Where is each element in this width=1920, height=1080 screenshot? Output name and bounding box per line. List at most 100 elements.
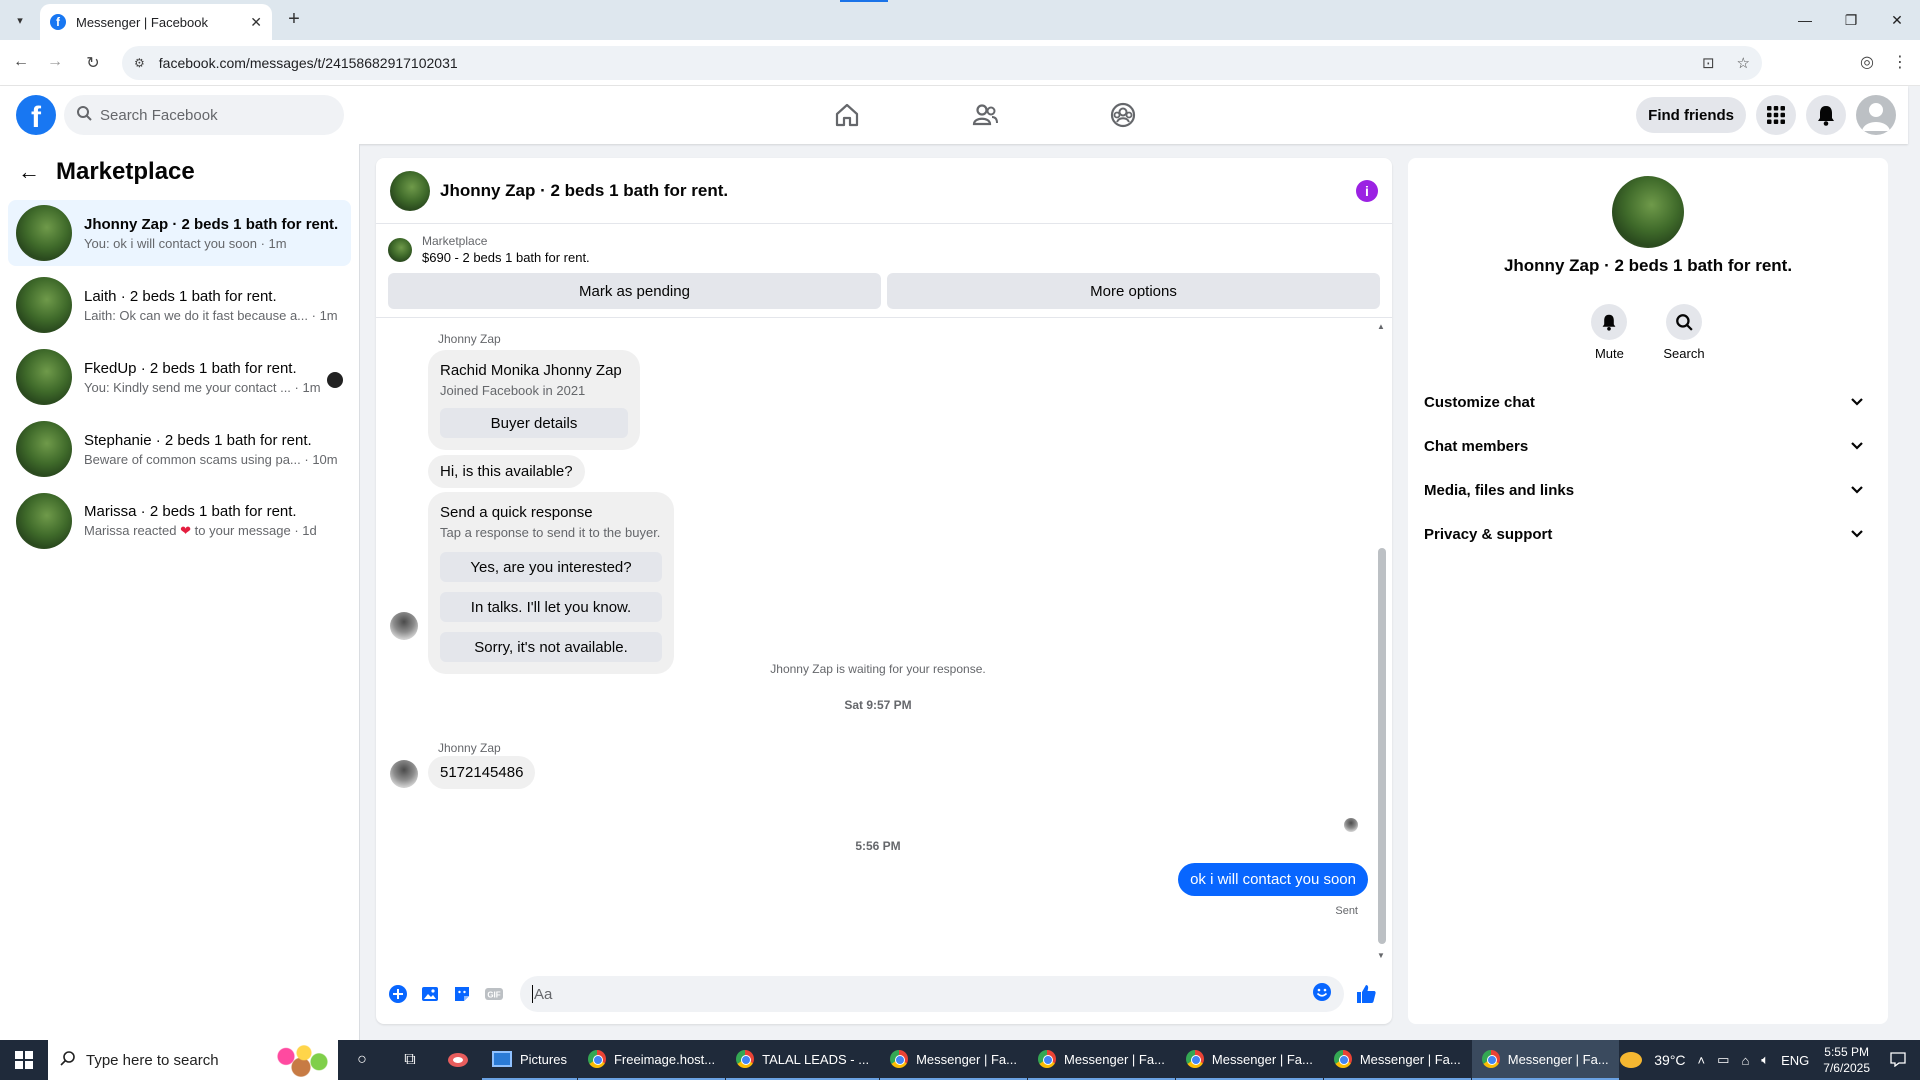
chevron-up-icon[interactable]: ˄ [1698, 1053, 1706, 1068]
taskbar-search-input[interactable]: Type here to search [48, 1040, 338, 1080]
taskbar-app-label: Messenger | Fa... [916, 1051, 1017, 1067]
windows-taskbar: Type here to search ○ ⧉ Pictures Freeima… [0, 1040, 1920, 1080]
preview-text: Marissa reacted [84, 523, 177, 538]
media-files-links-section[interactable]: Media, files and links [1424, 468, 1872, 512]
taskbar-app-chrome[interactable]: Messenger | Fa... [1027, 1040, 1175, 1080]
chevron-down-icon [1850, 394, 1864, 411]
bookmark-star-icon[interactable]: ☆ [1737, 54, 1750, 72]
loading-indicator [840, 0, 888, 2]
taskbar-app-chrome[interactable]: Messenger | Fa... [1323, 1040, 1471, 1080]
close-window-icon[interactable]: ✕ [1874, 0, 1920, 40]
conversation-item[interactable]: Marissa · 2 beds 1 bath for rent. Mariss… [8, 488, 351, 554]
quick-reply-interested-button[interactable]: Yes, are you interested? [440, 552, 662, 582]
groups-icon[interactable] [1054, 86, 1192, 144]
emoji-icon[interactable] [1312, 982, 1332, 1006]
profile-avatar[interactable] [1612, 176, 1684, 248]
taskbar-app-chrome[interactable]: TALAL LEADS - ... [726, 1040, 880, 1080]
search-button[interactable]: Search [1663, 304, 1705, 361]
url-text[interactable]: facebook.com/messages/t/2415868291710203… [159, 55, 1680, 71]
scrollbar-thumb[interactable] [1378, 548, 1386, 944]
avatar[interactable] [390, 170, 430, 211]
privacy-support-section[interactable]: Privacy & support [1424, 512, 1872, 556]
listing-thumbnail[interactable] [388, 237, 412, 262]
reload-icon[interactable]: ↻ [82, 53, 104, 73]
conversation-item[interactable]: FkedUp · 2 beds 1 bath for rent. You: Ki… [8, 344, 351, 410]
taskbar-app-chrome[interactable]: Messenger | Fa... [880, 1040, 1027, 1080]
thread-scrollbar[interactable]: ▲ ▼ [1377, 322, 1386, 960]
conversation-item[interactable]: Stephanie · 2 beds 1 bath for rent. Bewa… [8, 416, 351, 482]
gif-icon[interactable]: GIF [480, 980, 508, 1008]
forward-icon[interactable]: → [44, 53, 66, 71]
customize-chat-section[interactable]: Customize chat [1424, 380, 1872, 424]
chevron-down-icon [1850, 482, 1864, 499]
cortana-icon[interactable]: ○ [338, 1040, 386, 1080]
restore-icon[interactable]: ❐ [1828, 0, 1874, 40]
browser-tab-messenger[interactable]: f Messenger | Facebook ✕ [40, 4, 272, 40]
profile-icon[interactable]: ◎ [1860, 52, 1874, 72]
chat-title[interactable]: Jhonny Zap · 2 beds 1 bath for rent. [440, 181, 1356, 201]
home-icon[interactable] [778, 86, 916, 144]
quick-reply-in-talks-button[interactable]: In talks. I'll let you know. [440, 592, 662, 622]
network-icon[interactable]: ⌂ [1741, 1053, 1749, 1068]
mark-as-pending-button[interactable]: Mark as pending [388, 273, 881, 309]
friends-icon[interactable] [916, 86, 1054, 144]
facebook-logo-icon[interactable]: f [16, 95, 56, 135]
account-avatar[interactable] [1856, 95, 1896, 135]
taskbar-app-chrome-active[interactable]: Messenger | Fa... [1471, 1040, 1619, 1080]
site-info-icon[interactable]: ⚙ [134, 56, 145, 70]
clock[interactable]: 5:55 PM 7/6/2025 [1823, 1044, 1870, 1076]
weather-icon[interactable] [1620, 1052, 1643, 1068]
taskbar-app-chrome[interactable]: Messenger | Fa... [1175, 1040, 1323, 1080]
windows-start-icon[interactable] [0, 1040, 48, 1080]
browser-menu-icon[interactable]: ⋮ [1892, 52, 1908, 72]
back-arrow-icon[interactable]: ← [18, 159, 40, 185]
quick-reply-not-available-button[interactable]: Sorry, it's not available. [440, 632, 662, 662]
language-indicator[interactable]: ENG [1781, 1053, 1809, 1068]
notifications-bell-icon[interactable] [1806, 95, 1846, 135]
preview-text: to your message · 1d [194, 523, 317, 538]
text-cursor [532, 985, 533, 1003]
install-app-icon[interactable]: ⊡ [1702, 54, 1715, 72]
chat-members-section[interactable]: Chat members [1424, 424, 1872, 468]
chrome-icon [587, 1050, 606, 1068]
sender-avatar[interactable] [390, 612, 418, 640]
conversation-item[interactable]: Laith · 2 beds 1 bath for rent. Laith: O… [8, 272, 351, 338]
facebook-search-input[interactable]: Search Facebook [64, 95, 344, 135]
sticker-icon[interactable] [448, 980, 476, 1008]
message-input[interactable]: Aa [520, 976, 1344, 1012]
quick-response-title: Send a quick response [440, 504, 593, 521]
scroll-up-icon[interactable]: ▲ [1377, 322, 1385, 331]
taskbar-app-pictures[interactable]: Pictures [482, 1040, 577, 1080]
more-options-button[interactable]: More options [887, 273, 1380, 309]
photo-icon[interactable] [416, 980, 444, 1008]
notification-center-icon[interactable] [1890, 1051, 1906, 1070]
thumbs-up-icon[interactable] [1352, 980, 1380, 1008]
volume-icon[interactable]: 🔈︎ [1761, 1052, 1769, 1068]
conversation-name: Jhonny Zap · 2 beds 1 bath for rent. [1503, 256, 1793, 275]
buyer-details-button[interactable]: Buyer details [440, 408, 628, 438]
task-view-icon[interactable]: ⧉ [386, 1040, 434, 1080]
scroll-down-icon[interactable]: ▼ [1377, 951, 1385, 960]
sender-avatar[interactable] [390, 760, 418, 788]
taskbar-search-placeholder: Type here to search [86, 1051, 219, 1069]
listing-description[interactable]: $690 - 2 beds 1 bath for rent. [422, 250, 590, 265]
address-bar[interactable]: ⚙ facebook.com/messages/t/24158682917102… [122, 46, 1762, 80]
mute-button[interactable]: Mute [1591, 304, 1628, 361]
new-tab-button[interactable]: + [282, 8, 306, 32]
conversation-item[interactable]: Jhonny Zap · 2 beds 1 bath for rent. You… [8, 200, 351, 266]
pinned-app-icon[interactable] [434, 1040, 482, 1080]
battery-icon[interactable]: ▭ [1717, 1052, 1729, 1068]
weather-temp[interactable]: 39°C [1654, 1052, 1685, 1068]
taskbar-app-chrome[interactable]: Freeimage.host... [577, 1040, 726, 1080]
back-icon[interactable]: ← [10, 53, 32, 71]
info-icon[interactable]: i [1356, 179, 1378, 202]
plus-circle-icon[interactable] [384, 980, 412, 1008]
close-tab-icon[interactable]: ✕ [250, 14, 262, 31]
taskbar-app-label: Messenger | Fa... [1063, 1051, 1165, 1067]
browser-extras: ◎ ⋮ [1860, 52, 1908, 72]
tab-search-icon[interactable]: ▾ [8, 8, 32, 32]
menu-grid-icon[interactable] [1756, 95, 1796, 135]
minimize-icon[interactable]: — [1782, 0, 1828, 40]
conversation-name: Stephanie · 2 beds 1 bath for rent. [84, 431, 312, 449]
find-friends-button[interactable]: Find friends [1636, 97, 1746, 133]
